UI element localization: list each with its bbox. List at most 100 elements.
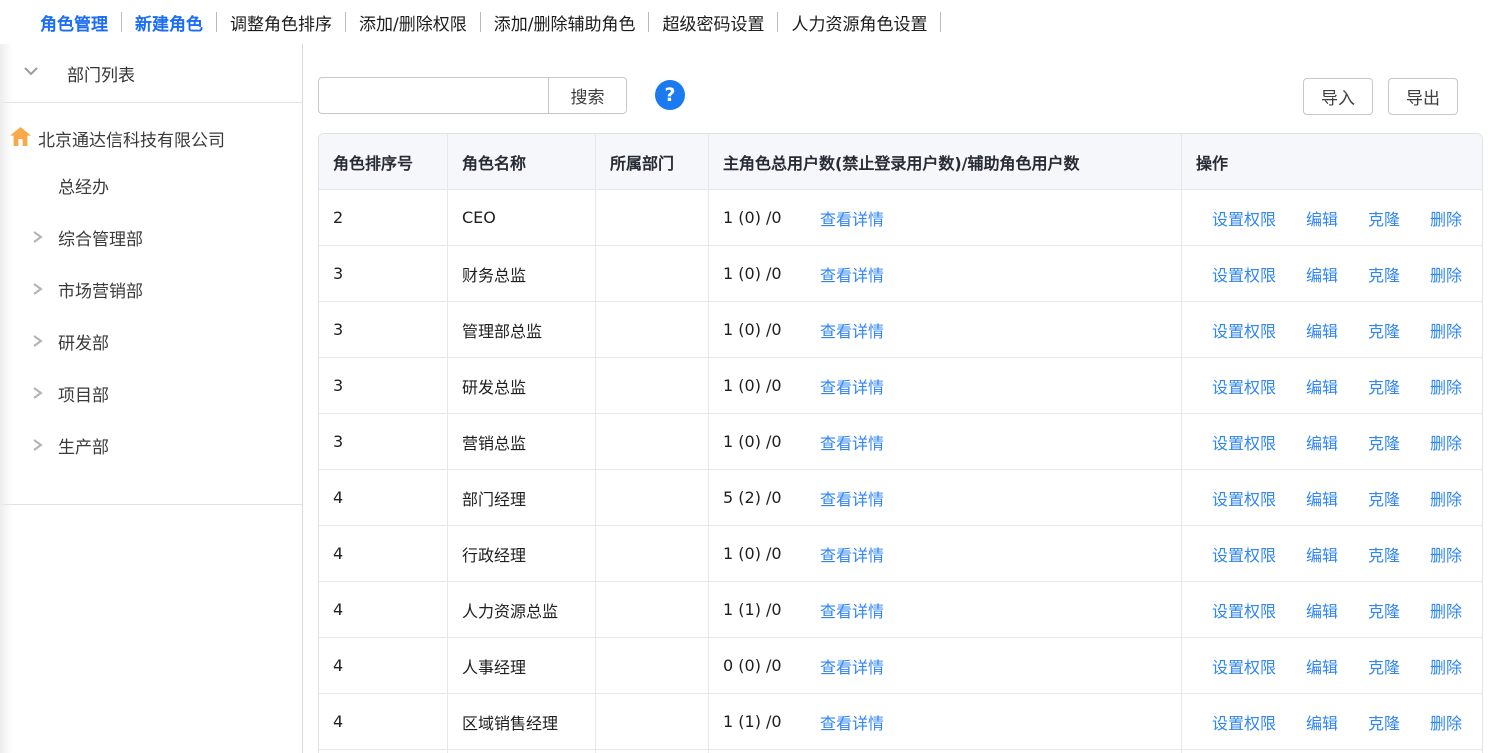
chevron-down-icon[interactable] <box>22 63 40 83</box>
view-details-link[interactable]: 查看详情 <box>820 430 884 454</box>
search-group: 搜索 <box>318 77 627 114</box>
delete-link[interactable]: 删除 <box>1430 262 1462 286</box>
chevron-right-icon[interactable] <box>30 281 44 297</box>
cell-department <box>595 414 708 469</box>
set-permissions-link[interactable]: 设置权限 <box>1212 598 1276 622</box>
sidebar-item-2[interactable]: 市场营销部 <box>0 263 302 315</box>
view-details-link[interactable]: 查看详情 <box>820 710 884 734</box>
chevron-right-icon[interactable] <box>30 229 44 245</box>
cell-role-name: 研发总监 <box>447 358 595 413</box>
set-permissions-link[interactable]: 设置权限 <box>1212 206 1276 230</box>
export-button[interactable]: 导出 <box>1388 78 1458 115</box>
column-header-1: 角色名称 <box>447 134 595 189</box>
set-permissions-link[interactable]: 设置权限 <box>1212 654 1276 678</box>
chevron-right-icon[interactable] <box>30 437 44 453</box>
help-icon[interactable]: ? <box>655 80 685 110</box>
edit-link[interactable]: 编辑 <box>1306 486 1338 510</box>
sidebar-item-label: 研发部 <box>58 329 109 354</box>
user-count: 1 (0) /0 <box>723 208 820 227</box>
set-permissions-link[interactable]: 设置权限 <box>1212 430 1276 454</box>
chevron-right-icon[interactable] <box>30 333 44 349</box>
search-button[interactable]: 搜索 <box>548 77 627 114</box>
toolbar-item-1[interactable]: 新建角色 <box>135 10 203 35</box>
delete-link[interactable]: 删除 <box>1430 654 1462 678</box>
sidebar-item-0[interactable]: 总经办 <box>0 159 302 211</box>
toolbar-item-0[interactable]: 角色管理 <box>40 10 108 35</box>
delete-link[interactable]: 删除 <box>1430 710 1462 734</box>
table-row: 4人力资源总监1 (1) /0查看详情设置权限编辑克隆删除 <box>319 581 1482 637</box>
edit-link[interactable]: 编辑 <box>1306 542 1338 566</box>
clone-link[interactable]: 克隆 <box>1368 318 1400 342</box>
edit-link[interactable]: 编辑 <box>1306 710 1338 734</box>
sidebar-item-5[interactable]: 生产部 <box>0 419 302 471</box>
delete-link[interactable]: 删除 <box>1430 318 1462 342</box>
delete-link[interactable]: 删除 <box>1430 374 1462 398</box>
toolbar-separator <box>940 12 941 32</box>
toolbar-item-5[interactable]: 超级密码设置 <box>662 10 764 35</box>
edit-link[interactable]: 编辑 <box>1306 318 1338 342</box>
department-list-header[interactable]: 部门列表 <box>0 44 302 103</box>
clone-link[interactable]: 克隆 <box>1368 542 1400 566</box>
delete-link[interactable]: 删除 <box>1430 598 1462 622</box>
set-permissions-link[interactable]: 设置权限 <box>1212 374 1276 398</box>
edit-link[interactable]: 编辑 <box>1306 262 1338 286</box>
import-button[interactable]: 导入 <box>1303 78 1373 115</box>
cell-actions: 设置权限 编辑 克隆 删除 <box>1181 526 1482 581</box>
delete-link[interactable]: 删除 <box>1430 486 1462 510</box>
set-permissions-link[interactable]: 设置权限 <box>1212 318 1276 342</box>
table-row: 3营销总监1 (0) /0查看详情设置权限编辑克隆删除 <box>319 413 1482 469</box>
toolbar-item-4[interactable]: 添加/删除辅助角色 <box>494 10 636 35</box>
view-details-link[interactable]: 查看详情 <box>820 598 884 622</box>
edit-link[interactable]: 编辑 <box>1306 654 1338 678</box>
set-permissions-link[interactable]: 设置权限 <box>1212 710 1276 734</box>
delete-link[interactable]: 删除 <box>1430 542 1462 566</box>
toolbar-item-2[interactable]: 调整角色排序 <box>230 10 332 35</box>
column-header-3: 主角色总用户数(禁止登录用户数)/辅助角色用户数 <box>708 134 1181 189</box>
view-details-link[interactable]: 查看详情 <box>820 486 884 510</box>
toolbar-item-6[interactable]: 人力资源角色设置 <box>791 10 927 35</box>
clone-link[interactable]: 克隆 <box>1368 374 1400 398</box>
cell-department <box>595 190 708 245</box>
cell-users: 1 (0) /0查看详情 <box>708 414 1181 469</box>
sidebar-item-4[interactable]: 项目部 <box>0 367 302 419</box>
set-permissions-link[interactable]: 设置权限 <box>1212 542 1276 566</box>
toolbar-item-3[interactable]: 添加/删除权限 <box>359 10 467 35</box>
sidebar-item-3[interactable]: 研发部 <box>0 315 302 367</box>
view-details-link[interactable]: 查看详情 <box>820 262 884 286</box>
set-permissions-link[interactable]: 设置权限 <box>1212 262 1276 286</box>
clone-link[interactable]: 克隆 <box>1368 430 1400 454</box>
sidebar-item-company[interactable]: 北京通达信科技有限公司 <box>0 117 302 159</box>
cell-actions: 设置权限 编辑 克隆 删除 <box>1181 638 1482 693</box>
edit-link[interactable]: 编辑 <box>1306 430 1338 454</box>
set-permissions-link[interactable]: 设置权限 <box>1212 486 1276 510</box>
clone-link[interactable]: 克隆 <box>1368 262 1400 286</box>
sidebar-item-1[interactable]: 综合管理部 <box>0 211 302 263</box>
clone-link[interactable]: 克隆 <box>1368 710 1400 734</box>
clone-link[interactable]: 克隆 <box>1368 654 1400 678</box>
view-details-link[interactable]: 查看详情 <box>820 374 884 398</box>
clone-link[interactable]: 克隆 <box>1368 206 1400 230</box>
edit-link[interactable]: 编辑 <box>1306 374 1338 398</box>
view-details-link[interactable]: 查看详情 <box>820 654 884 678</box>
edit-link[interactable]: 编辑 <box>1306 598 1338 622</box>
cell-sort-number: 4 <box>319 694 447 749</box>
view-details-link[interactable]: 查看详情 <box>820 206 884 230</box>
delete-link[interactable]: 删除 <box>1430 430 1462 454</box>
cell-role-name: 人力资源总监 <box>447 582 595 637</box>
edit-link[interactable]: 编辑 <box>1306 206 1338 230</box>
search-input[interactable] <box>318 77 548 114</box>
home-icon <box>10 127 31 150</box>
clone-link[interactable]: 克隆 <box>1368 486 1400 510</box>
user-count: 1 (0) /0 <box>723 264 820 283</box>
cell-sort-number: 4 <box>319 638 447 693</box>
cell-department <box>595 470 708 525</box>
cell-sort-number: 4 <box>319 526 447 581</box>
view-details-link[interactable]: 查看详情 <box>820 542 884 566</box>
delete-link[interactable]: 删除 <box>1430 206 1462 230</box>
sidebar-item-label: 市场营销部 <box>58 277 143 302</box>
chevron-right-icon[interactable] <box>30 385 44 401</box>
column-header-0: 角色排序号 <box>319 134 447 189</box>
cell-users: 1 (1) /0查看详情 <box>708 582 1181 637</box>
clone-link[interactable]: 克隆 <box>1368 598 1400 622</box>
view-details-link[interactable]: 查看详情 <box>820 318 884 342</box>
